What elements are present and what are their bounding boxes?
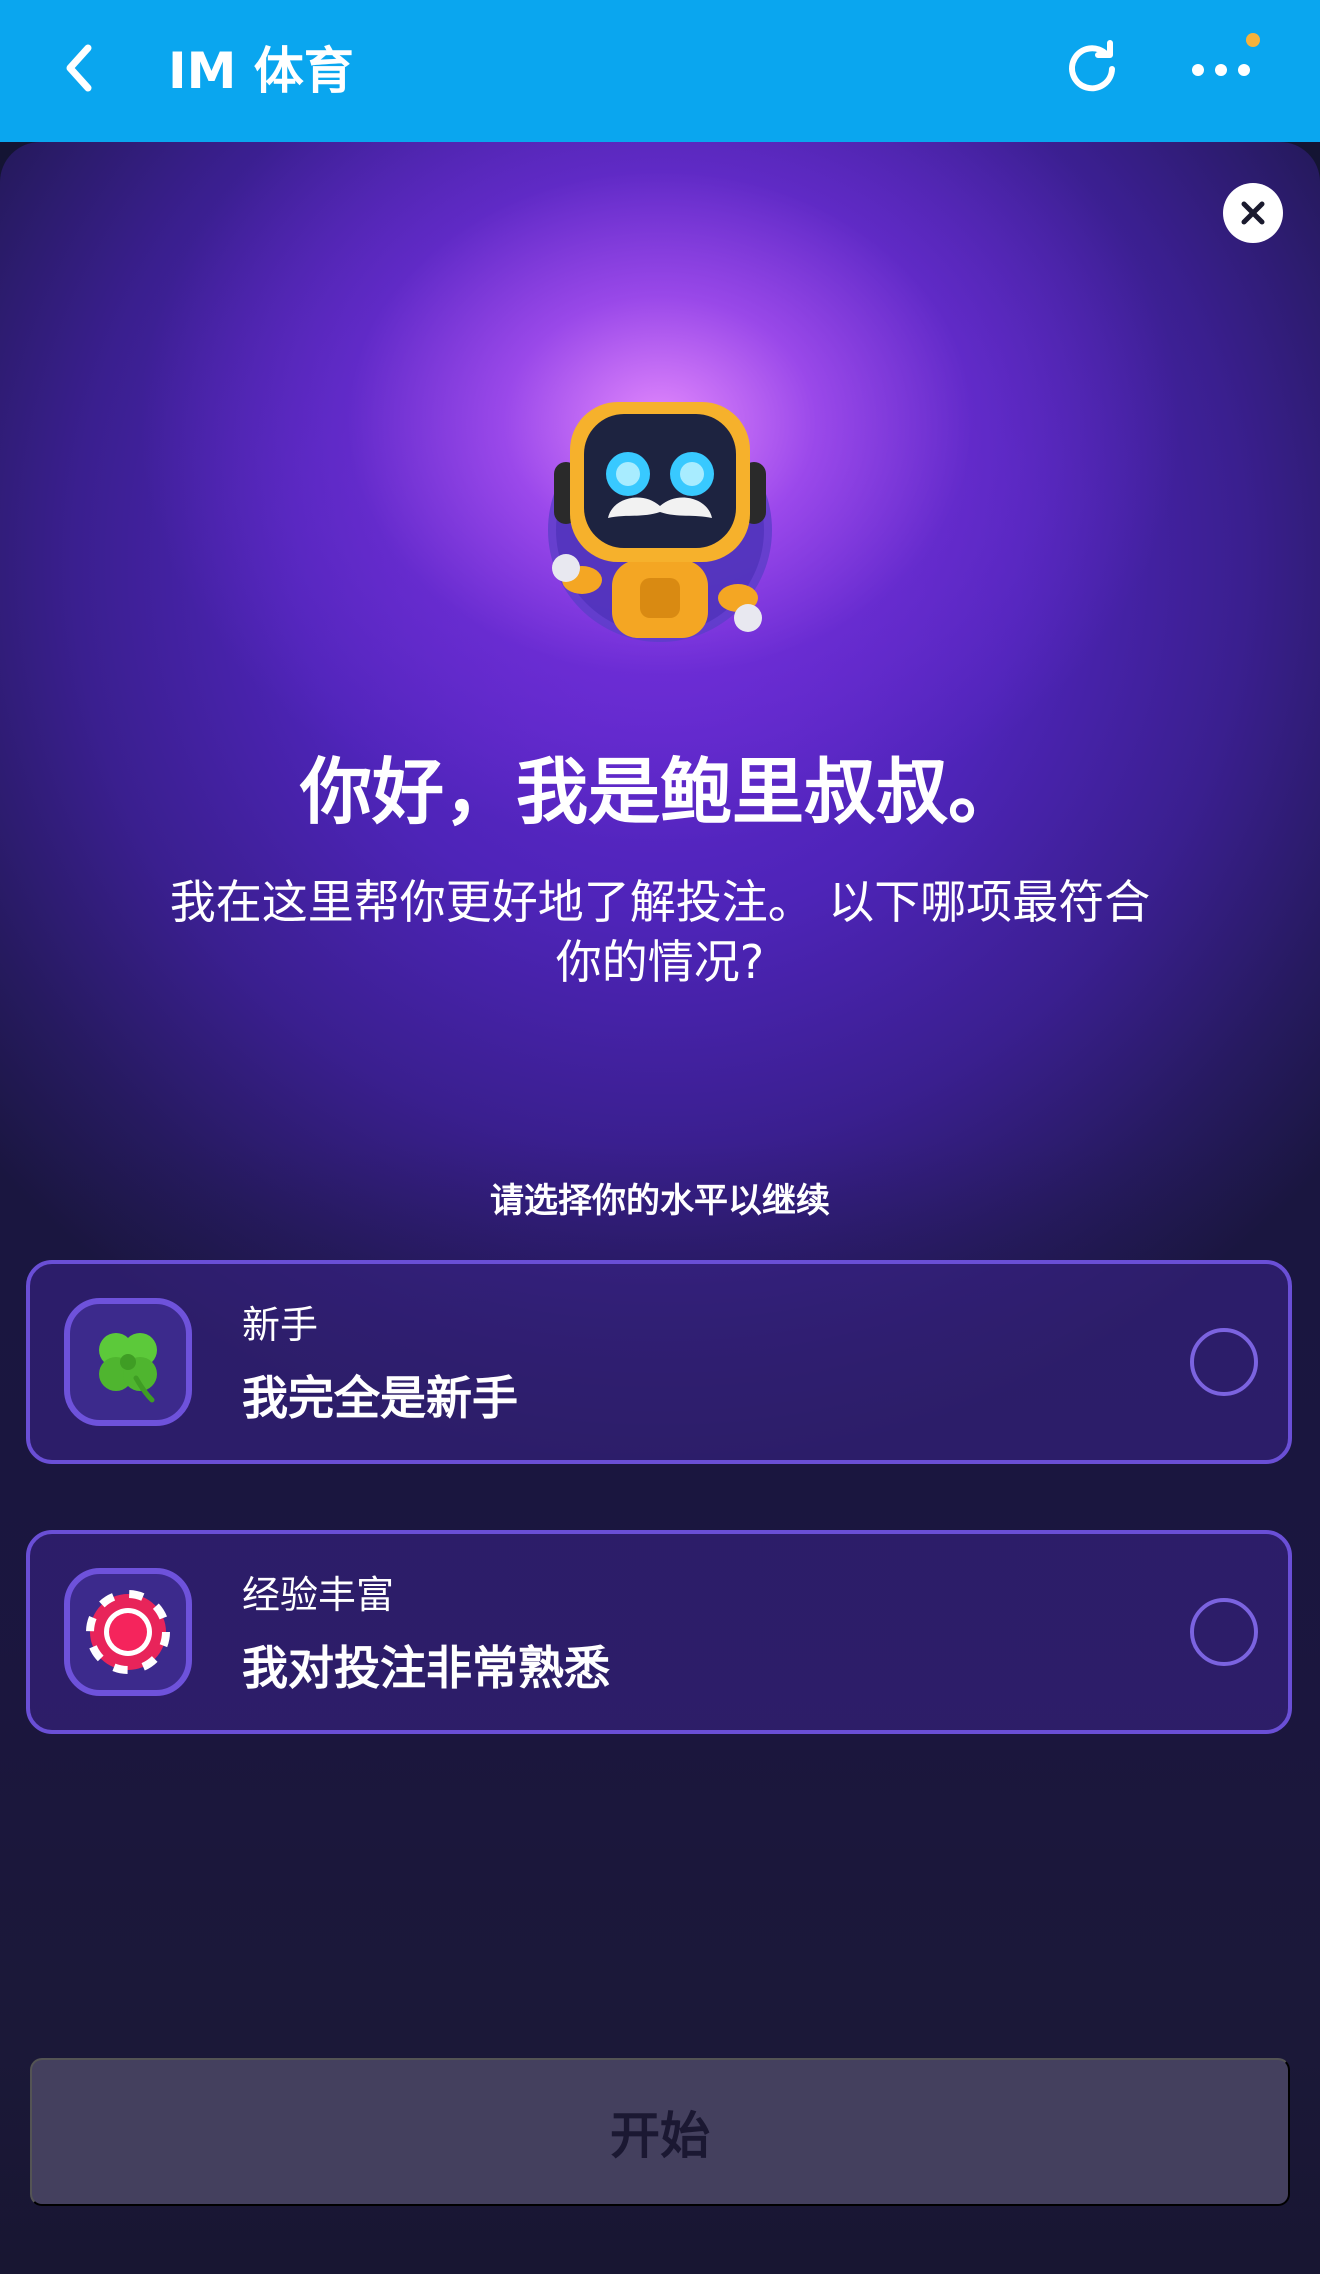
refresh-icon: [1069, 40, 1115, 92]
option-radio[interactable]: [1190, 1328, 1258, 1396]
robot-mascot: [530, 390, 790, 670]
close-icon: [1241, 201, 1265, 225]
more-horizontal-icon: [1192, 64, 1250, 76]
more-button[interactable]: [1186, 44, 1256, 94]
level-prompt: 请选择你的水平以继续: [490, 1181, 830, 1221]
intro-text: 我在这里帮你更好地了解投注。 以下哪项最符合你的情况?: [169, 875, 1151, 989]
chevron-left-icon: [66, 44, 92, 92]
option-beginner[interactable]: 新手 我完全是新手: [26, 1260, 1292, 1464]
top-app-bar: IM 体育: [0, 0, 1320, 142]
option-description: 我对投注非常熟悉: [242, 1641, 610, 1695]
option-description: 我完全是新手: [242, 1371, 518, 1425]
option-experienced[interactable]: 经验丰富 我对投注非常熟悉: [26, 1530, 1292, 1734]
notification-dot: [1246, 33, 1260, 47]
option-icon-box: [64, 1568, 192, 1696]
option-icon-box: [64, 1298, 192, 1426]
option-label: 新手: [242, 1303, 319, 1347]
back-button[interactable]: [52, 40, 108, 96]
app-title: IM 体育: [168, 42, 354, 100]
four-leaf-clover-icon: [99, 1333, 157, 1403]
refresh-button[interactable]: [1062, 38, 1124, 100]
option-label: 经验丰富: [242, 1573, 395, 1617]
close-button[interactable]: [1223, 183, 1283, 243]
start-button[interactable]: 开始: [30, 2058, 1290, 2206]
greeting-heading: 你好，我是鲍里叔叔。: [299, 750, 1020, 834]
casino-chip-icon: [86, 1590, 170, 1674]
option-radio[interactable]: [1190, 1598, 1258, 1666]
